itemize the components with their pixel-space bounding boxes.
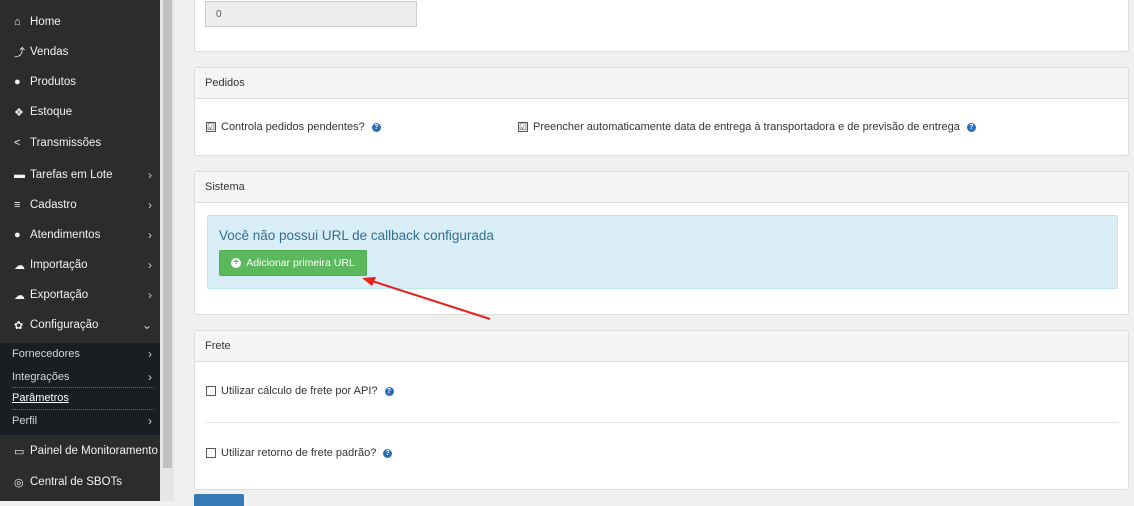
sidebar-item-exportacao[interactable]: ☁ Exportação ›	[0, 280, 160, 310]
sidebar-item-produtos[interactable]: ● Produtos	[0, 67, 160, 97]
chevron-down-icon: ⌄	[141, 318, 152, 332]
help-icon[interactable]: ?	[966, 122, 976, 132]
checkbox-label: Utilizar retorno de frete padrão?	[221, 447, 377, 459]
frete-panel-title: Frete	[195, 331, 1128, 362]
configuracao-submenu: Fornecedores › Integrações › Parâmetros …	[0, 343, 160, 435]
sidebar-item-label: Central de SBOTs	[30, 476, 123, 488]
submenu-divider	[12, 387, 154, 388]
submenu-item-integracoes[interactable]: Integrações ›	[12, 368, 160, 385]
checkbox[interactable]	[206, 448, 216, 458]
sidebar-item-atendimentos[interactable]: ● Atendimentos ›	[0, 220, 160, 250]
chevron-right-icon: ›	[148, 198, 152, 212]
chevron-right-icon: ›	[148, 413, 152, 428]
chevron-right-icon: ›	[148, 288, 152, 302]
readonly-number-input[interactable]: 0	[205, 1, 417, 27]
sidebar-item-label: Configuração	[30, 319, 99, 331]
preencher-data-entrega-option[interactable]: ☑ Preencher automaticamente data de entr…	[518, 121, 976, 133]
sidebar-item-label: Importação	[30, 259, 88, 271]
frete-panel: Frete Utilizar cálculo de frete por API?…	[194, 330, 1129, 490]
share-icon: <	[14, 137, 21, 149]
checkbox-label: Preencher automaticamente data de entreg…	[533, 121, 960, 133]
bot-icon: ◎	[14, 476, 24, 489]
sidebar-item-label: Home	[30, 16, 61, 28]
chevron-right-icon: ›	[148, 168, 152, 182]
submenu-item-label: Parâmetros	[12, 391, 69, 404]
help-icon[interactable]: ?	[383, 448, 393, 458]
sidebar-item-label: Produtos	[30, 76, 77, 88]
help-icon[interactable]: ?	[384, 386, 394, 396]
sidebar: ⌂ Home ⤴ Vendas ● Produtos ❖ Estoque < T…	[0, 0, 160, 501]
pedidos-panel: Pedidos ☑ Controla pedidos pendentes? ? …	[194, 67, 1129, 156]
sidebar-item-label: Cadastro	[30, 199, 77, 211]
home-icon: ⌂	[14, 16, 21, 28]
submenu-item-label: Integrações	[12, 370, 70, 383]
submenu-item-perfil[interactable]: Perfil ›	[12, 412, 160, 429]
sidebar-item-importacao[interactable]: ☁ Importação ›	[0, 250, 160, 280]
retorno-frete-padrao-option[interactable]: Utilizar retorno de frete padrão? ?	[206, 447, 393, 459]
sidebar-item-estoque[interactable]: ❖ Estoque	[0, 97, 160, 127]
add-first-url-button[interactable]: + Adicionar primeira URL	[219, 250, 367, 276]
submenu-item-label: Perfil	[12, 414, 38, 427]
checkbox[interactable]	[206, 386, 216, 396]
sistema-panel-title: Sistema	[195, 172, 1128, 203]
submenu-item-parametros[interactable]: Parâmetros	[12, 389, 160, 406]
monitor-icon: ▭	[14, 445, 25, 458]
chart-icon: ⤴	[14, 47, 25, 59]
plus-circle-icon: +	[231, 258, 242, 268]
alert-message: Você não possui URL de callback configur…	[219, 228, 494, 243]
sidebar-item-label: Exportação	[30, 289, 89, 301]
sistema-panel: Sistema Você não possui URL de callback …	[194, 171, 1129, 315]
pedidos-panel-title: Pedidos	[195, 68, 1128, 99]
checkbox[interactable]: ☑	[518, 122, 528, 132]
cloud-download-icon: ☁	[14, 289, 25, 302]
chevron-right-icon: ›	[148, 228, 152, 242]
calculo-frete-api-option[interactable]: Utilizar cálculo de frete por API? ?	[206, 385, 394, 397]
chevron-right-icon: ›	[148, 346, 152, 361]
chevron-right-icon: ›	[148, 258, 152, 272]
callback-url-alert: Você não possui URL de callback configur…	[207, 215, 1118, 289]
checkbox-label: Utilizar cálculo de frete por API?	[221, 385, 378, 397]
help-icon[interactable]: ?	[371, 122, 381, 132]
submenu-divider	[12, 409, 154, 410]
sidebar-item-label: Estoque	[30, 106, 73, 118]
sidebar-item-configuracao[interactable]: ✿ Configuração ⌄	[0, 310, 160, 340]
checkbox-label: Controla pedidos pendentes?	[221, 121, 365, 133]
sidebar-scrollbar-thumb[interactable]	[163, 0, 172, 468]
controla-pedidos-pendentes-option[interactable]: ☑ Controla pedidos pendentes? ?	[206, 121, 381, 133]
gear-icon: ✿	[14, 319, 24, 332]
add-first-url-label: Adicionar primeira URL	[246, 257, 355, 269]
product-icon: ●	[14, 76, 21, 88]
checkbox[interactable]: ☑	[206, 122, 216, 132]
sidebar-item-label: Tarefas em Lote	[30, 169, 113, 181]
save-button[interactable]	[194, 494, 244, 506]
sidebar-item-label: Vendas	[30, 46, 69, 58]
sidebar-item-vendas[interactable]: ⤴ Vendas	[0, 37, 160, 67]
sidebar-item-cadastro[interactable]: ≡ Cadastro ›	[0, 190, 160, 220]
sidebar-item-label: Painel de Monitoramento	[30, 445, 158, 457]
top-panel: 0	[194, 0, 1129, 52]
sidebar-item-tarefas-em-lote[interactable]: ▬ Tarefas em Lote ›	[0, 160, 160, 190]
sidebar-item-transmissoes[interactable]: < Transmissões	[0, 128, 160, 158]
sidebar-item-painel-de-monitoramento[interactable]: ▭ Painel de Monitoramento	[0, 436, 160, 466]
sidebar-item-label: Atendimentos	[30, 229, 101, 241]
sidebar-item-central-de-sbots[interactable]: ◎ Central de SBOTs	[0, 467, 160, 497]
chevron-right-icon: ›	[148, 369, 152, 384]
sidebar-item-home[interactable]: ⌂ Home	[0, 7, 160, 37]
list-icon: ≡	[14, 199, 21, 211]
submenu-item-label: Fornecedores	[12, 347, 80, 360]
cubes-icon: ❖	[14, 106, 24, 119]
divider	[205, 422, 1118, 423]
tasks-icon: ▬	[14, 169, 25, 181]
submenu-item-fornecedores[interactable]: Fornecedores ›	[12, 345, 160, 362]
sidebar-item-label: Transmissões	[30, 137, 102, 149]
cloud-upload-icon: ☁	[14, 259, 25, 272]
chat-icon: ●	[14, 229, 21, 241]
